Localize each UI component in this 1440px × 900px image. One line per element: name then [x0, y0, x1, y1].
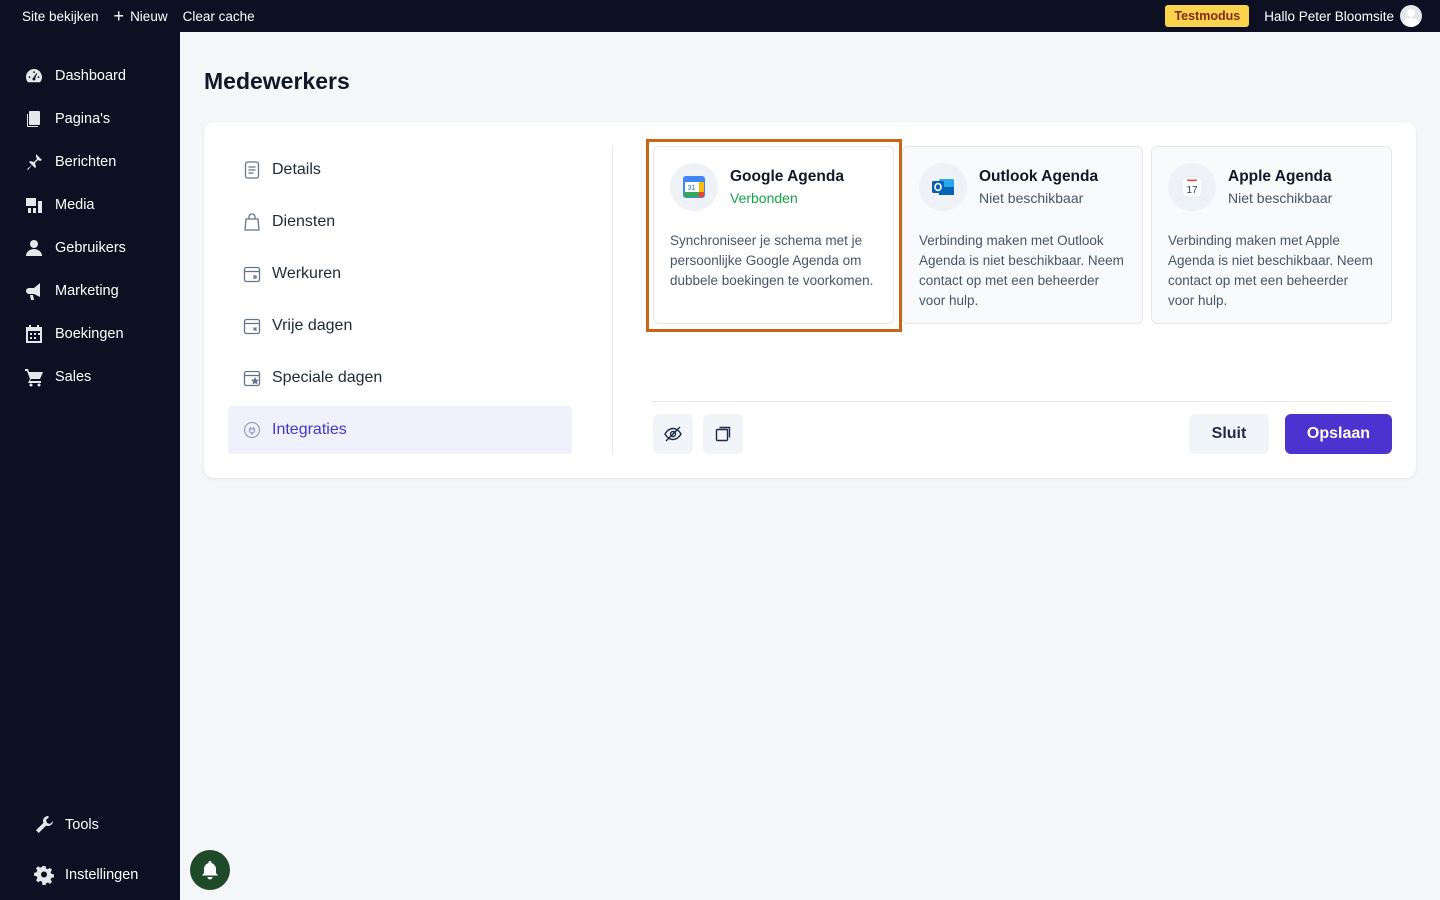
bell-icon — [202, 861, 218, 880]
user-icon — [26, 239, 42, 256]
new-label: Nieuw — [130, 8, 168, 24]
horizontal-divider — [652, 401, 1392, 402]
admin-top-bar: Site bekijken + Nieuw Clear cache Testmo… — [0, 0, 1440, 32]
sidebar-nav: Dashboard Pagina's Berichten Media Gebru… — [0, 32, 180, 398]
sidebar-item-label: Instellingen — [65, 867, 139, 883]
integration-description: Synchroniseer je schema met je persoonli… — [670, 233, 874, 288]
eye-off-icon — [664, 426, 682, 442]
sidebar-item-pages[interactable]: Pagina's — [0, 97, 180, 140]
svg-text:31: 31 — [688, 185, 696, 192]
hide-button[interactable] — [653, 414, 693, 454]
subnav-item-label: Speciale dagen — [272, 369, 383, 386]
subnav-item-special-days[interactable]: Speciale dagen — [228, 354, 572, 402]
copy-icon — [715, 426, 731, 442]
integration-card-outlook[interactable]: Outlook Agenda Niet beschikbaar Verbindi… — [902, 146, 1143, 324]
sidebar-item-dashboard[interactable]: Dashboard — [0, 54, 180, 97]
new-menu[interactable]: + Nieuw — [114, 7, 168, 25]
integration-card-apple[interactable]: 17 Apple Agenda Niet beschikbaar Verbind… — [1151, 146, 1392, 324]
integration-name: Apple Agenda — [1228, 168, 1332, 185]
integration-header: 17 Apple Agenda Niet beschikbaar — [1168, 163, 1375, 211]
top-bar-left: Site bekijken + Nieuw Clear cache — [0, 7, 270, 25]
integration-name: Google Agenda — [730, 168, 844, 185]
admin-sidebar: Dashboard Pagina's Berichten Media Gebru… — [0, 32, 180, 900]
sidebar-item-posts[interactable]: Berichten — [0, 140, 180, 183]
integration-description: Verbinding maken met Apple Agenda is nie… — [1168, 233, 1373, 308]
sidebar-item-label: Berichten — [55, 153, 117, 170]
sidebar-item-label: Media — [55, 196, 95, 213]
integration-title-block: Google Agenda Verbonden — [730, 168, 844, 206]
avatar[interactable] — [1400, 5, 1422, 27]
plug-icon — [243, 421, 261, 439]
sidebar-bottom: Tools Instellingen — [0, 800, 180, 900]
cart-icon — [25, 368, 43, 386]
dashboard-icon — [26, 68, 42, 82]
notifications-button[interactable] — [190, 850, 230, 890]
subnav-item-label: Details — [272, 161, 321, 178]
staff-editor-card: Details Diensten Werkuren Vrije dagen Sp… — [204, 122, 1416, 478]
integration-card-google[interactable]: 31 Google Agenda Verbonden Synchroniseer… — [653, 146, 894, 324]
wrench-icon — [36, 816, 53, 833]
sidebar-item-label: Sales — [55, 368, 92, 385]
subnav-item-days-off[interactable]: Vrije dagen — [228, 302, 572, 350]
top-bar-right: Testmodus Hallo Peter Bloomsite — [1165, 5, 1440, 27]
save-button[interactable]: Opslaan — [1285, 414, 1392, 454]
subnav-item-label: Integraties — [272, 421, 347, 438]
google-calendar-icon: 31 — [670, 163, 718, 211]
subnav-item-label: Vrije dagen — [272, 317, 353, 334]
plus-icon: + — [113, 6, 125, 26]
subnav-item-label: Werkuren — [272, 265, 342, 282]
duplicate-button[interactable] — [703, 414, 743, 454]
staff-subnav: Details Diensten Werkuren Vrije dagen Sp… — [228, 146, 572, 458]
calendar-icon — [26, 324, 42, 343]
svg-text:17: 17 — [1186, 185, 1198, 196]
integration-header: Outlook Agenda Niet beschikbaar — [919, 163, 1126, 211]
pin-icon — [27, 153, 42, 170]
bag-icon — [244, 213, 260, 231]
megaphone-icon — [26, 282, 40, 300]
integration-status: Niet beschikbaar — [979, 190, 1084, 206]
subnav-item-label: Diensten — [272, 213, 336, 230]
calendar-clock-icon — [243, 266, 261, 283]
integration-title-block: Outlook Agenda Niet beschikbaar — [979, 168, 1098, 206]
sidebar-item-label: Dashboard — [55, 67, 126, 84]
sidebar-item-label: Marketing — [55, 282, 119, 299]
integration-status: Niet beschikbaar — [1228, 190, 1333, 206]
outlook-icon — [919, 163, 967, 211]
calendar-star-icon — [243, 370, 261, 387]
gear-icon — [34, 866, 54, 885]
integration-name: Outlook Agenda — [979, 168, 1099, 185]
pages-icon — [27, 110, 40, 127]
sidebar-item-tools[interactable]: Tools — [0, 800, 180, 850]
subnav-item-working-hours[interactable]: Werkuren — [228, 250, 572, 298]
apple-calendar-icon: 17 — [1168, 163, 1216, 211]
sidebar-item-users[interactable]: Gebruikers — [0, 226, 180, 269]
view-site-link[interactable]: Site bekijken — [22, 9, 99, 24]
sidebar-item-bookings[interactable]: Boekingen — [0, 312, 180, 355]
integrations-list: 31 Google Agenda Verbonden Synchroniseer… — [652, 146, 1392, 324]
close-button[interactable]: Sluit — [1189, 414, 1269, 454]
sidebar-item-marketing[interactable]: Marketing — [0, 269, 180, 312]
calendar-x-icon — [243, 318, 261, 335]
sidebar-item-label: Gebruikers — [55, 239, 126, 256]
integration-description: Verbinding maken met Outlook Agenda is n… — [919, 233, 1124, 308]
media-icon — [26, 197, 42, 213]
sidebar-item-media[interactable]: Media — [0, 183, 180, 226]
sidebar-item-label: Boekingen — [55, 325, 124, 342]
integration-header: 31 Google Agenda Verbonden — [670, 163, 877, 211]
page-title: Medewerkers — [204, 68, 350, 94]
sidebar-item-settings[interactable]: Instellingen — [0, 850, 180, 900]
clear-cache-link[interactable]: Clear cache — [183, 9, 255, 24]
sidebar-item-sales[interactable]: Sales — [0, 355, 180, 398]
subnav-item-integrations[interactable]: Integraties — [228, 406, 572, 454]
user-greeting[interactable]: Hallo Peter Bloomsite — [1264, 9, 1394, 24]
vertical-divider — [612, 146, 613, 454]
subnav-item-details[interactable]: Details — [228, 146, 572, 194]
sidebar-item-label: Pagina's — [55, 110, 111, 127]
test-mode-badge[interactable]: Testmodus — [1165, 5, 1250, 27]
subnav-item-services[interactable]: Diensten — [228, 198, 572, 246]
integration-status: Verbonden — [730, 190, 798, 206]
sidebar-item-label: Tools — [65, 817, 99, 833]
integration-title-block: Apple Agenda Niet beschikbaar — [1228, 168, 1332, 206]
document-icon — [244, 161, 260, 179]
